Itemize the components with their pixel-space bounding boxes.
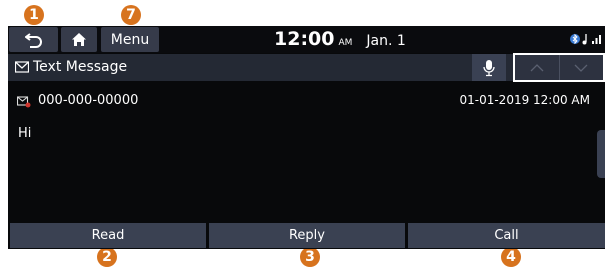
- call-button[interactable]: Call: [408, 223, 605, 248]
- status-icons: [570, 33, 603, 45]
- signal-strength-icon: [592, 35, 601, 44]
- message-datetime: 01-01-2019 12:00 AM: [459, 93, 590, 107]
- menu-button[interactable]: Menu: [101, 27, 159, 52]
- sender-row: 000-000-00000 01-01-2019 12:00 AM: [8, 92, 605, 112]
- message-status-icon: [17, 96, 31, 108]
- back-arrow-icon: [24, 32, 42, 48]
- chevron-down-icon: [574, 64, 588, 72]
- reply-button[interactable]: Reply: [209, 223, 405, 248]
- callout-2: 2: [97, 247, 117, 267]
- previous-message-button[interactable]: [515, 55, 559, 80]
- microphone-icon: [483, 59, 495, 76]
- back-button[interactable]: [9, 27, 58, 52]
- message-body: Hi: [18, 126, 32, 141]
- home-button[interactable]: [61, 27, 97, 52]
- callout-7: 7: [121, 5, 141, 25]
- top-bar: Menu 12:00 AM Jan. 1: [8, 26, 605, 53]
- callout-1: 1: [24, 5, 44, 25]
- clock-time: 12:00: [274, 28, 335, 50]
- message-navigation: [513, 53, 605, 82]
- sender-number: 000-000-00000: [38, 93, 139, 108]
- title-bar: Text Message: [8, 53, 605, 82]
- clock-ampm: AM: [338, 38, 353, 48]
- envelope-icon: [15, 61, 29, 73]
- clock-date: Jan. 1: [366, 33, 406, 49]
- bluetooth-icon: [570, 33, 580, 45]
- chevron-up-icon: [530, 63, 544, 71]
- callout-4: 4: [501, 247, 521, 267]
- read-button[interactable]: Read: [10, 223, 206, 248]
- infotainment-screen: Menu 12:00 AM Jan. 1 Text Message 000-00…: [8, 26, 605, 249]
- music-note-icon: [582, 34, 587, 45]
- page-title: Text Message: [33, 59, 128, 75]
- side-panel-handle[interactable]: [597, 130, 605, 178]
- voice-reply-button[interactable]: [472, 54, 506, 81]
- home-icon: [72, 33, 86, 46]
- clock: 12:00 AM Jan. 1: [274, 28, 406, 50]
- next-message-button[interactable]: [558, 55, 604, 80]
- callout-3: 3: [300, 247, 320, 267]
